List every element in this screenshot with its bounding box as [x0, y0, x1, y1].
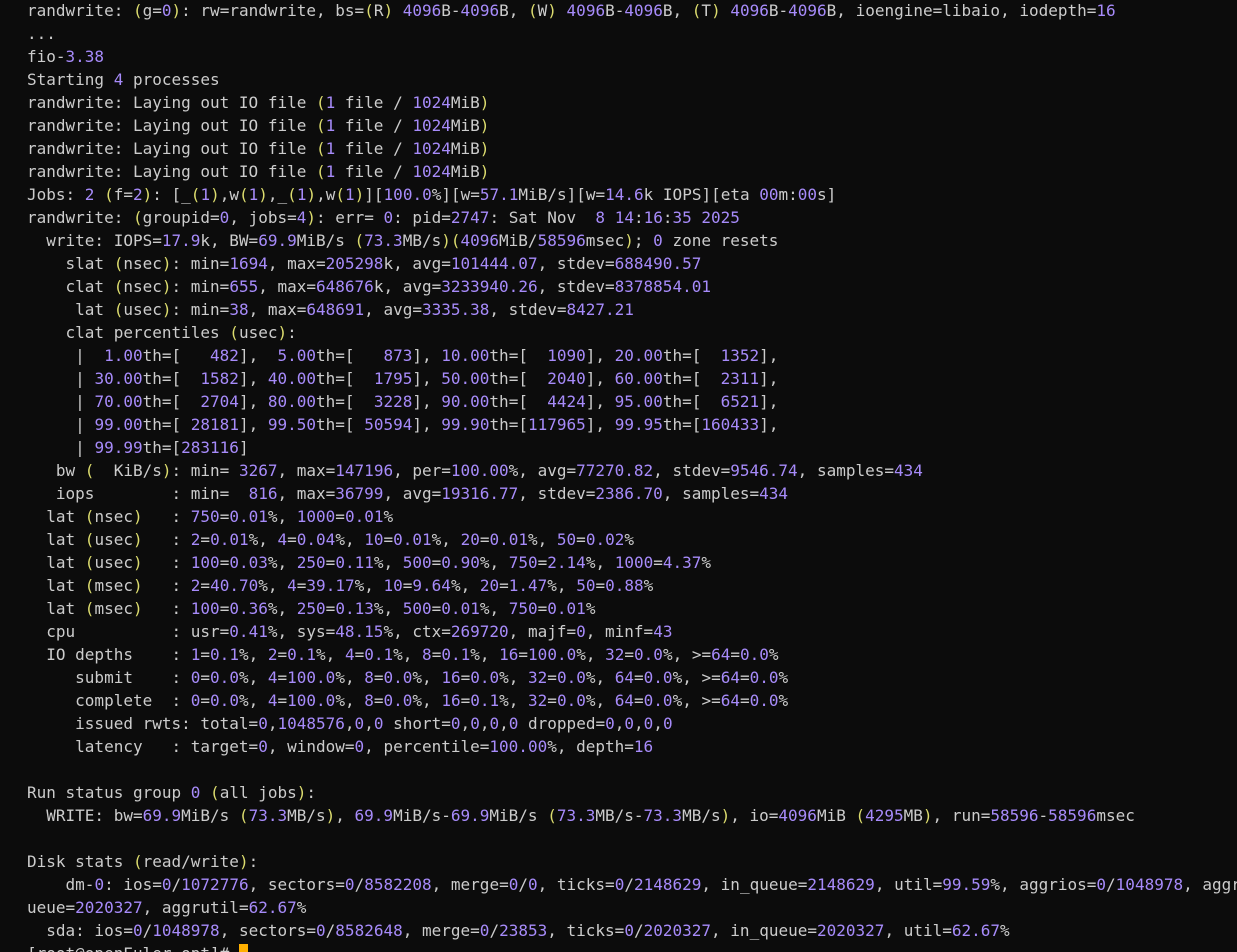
terminal-line: lat (msec) : 2=40.70%, 4=39.17%, 10=9.64… [27, 576, 654, 595]
terminal-line: Disk stats (read/write): [27, 852, 259, 871]
terminal-line: clat (nsec): min=655, max=648676k, avg=3… [27, 277, 711, 296]
terminal-line: ... [27, 24, 56, 43]
terminal-line: | 70.00th=[ 2704], 80.00th=[ 3228], 90.0… [27, 392, 779, 411]
terminal-line: lat (usec): min=38, max=648691, avg=3335… [27, 300, 634, 319]
terminal-line: fio-3.38 [27, 47, 105, 66]
terminal-line: cpu : usr=0.41%, sys=48.15%, ctx=269720,… [27, 622, 673, 641]
terminal-line: randwrite: Laying out IO file (1 file / … [27, 139, 490, 158]
terminal-line: lat (msec) : 100=0.36%, 250=0.13%, 500=0… [27, 599, 596, 618]
terminal-line: ueue=2020327, aggrutil=62.67% [27, 898, 307, 917]
terminal-line: IO depths : 1=0.1%, 2=0.1%, 4=0.1%, 8=0.… [27, 645, 779, 664]
terminal-line: lat (nsec) : 750=0.01%, 1000=0.01% [27, 507, 394, 526]
terminal-line: submit : 0=0.0%, 4=100.0%, 8=0.0%, 16=0.… [27, 668, 789, 687]
terminal-line: Jobs: 2 (f=2): [_(1),w(1),_(1),w(1)][100… [27, 185, 837, 204]
terminal-window[interactable]: randwrite: (g=0): rw=randwrite, bs=(R) 4… [0, 0, 1237, 952]
shell-prompt: [root@openEuler opt]# [27, 944, 239, 952]
terminal-line: complete : 0=0.0%, 4=100.0%, 8=0.0%, 16=… [27, 691, 789, 710]
terminal-line: | 99.00th=[ 28181], 99.50th=[ 50594], 99… [27, 415, 779, 434]
terminal-line: WRITE: bw=69.9MiB/s (73.3MB/s), 69.9MiB/… [27, 806, 1135, 825]
terminal-line: randwrite: Laying out IO file (1 file / … [27, 116, 490, 135]
terminal-line: | 99.99th=[283116] [27, 438, 249, 457]
terminal-line: issued rwts: total=0,1048576,0,0 short=0… [27, 714, 673, 733]
terminal-line: randwrite: (groupid=0, jobs=4): err= 0: … [27, 208, 740, 227]
terminal-line: Run status group 0 (all jobs): [27, 783, 317, 802]
terminal-line: iops : min= 816, max=36799, avg=19316.77… [27, 484, 789, 503]
terminal-line: randwrite: Laying out IO file (1 file / … [27, 162, 490, 181]
terminal-line: bw ( KiB/s): min= 3267, max=147196, per=… [27, 461, 923, 480]
terminal-output: randwrite: (g=0): rw=randwrite, bs=(R) 4… [27, 0, 1237, 942]
terminal-line: | 1.00th=[ 482], 5.00th=[ 873], 10.00th=… [27, 346, 779, 365]
terminal-line: | 30.00th=[ 1582], 40.00th=[ 1795], 50.0… [27, 369, 779, 388]
terminal-line: randwrite: Laying out IO file (1 file / … [27, 93, 490, 112]
terminal-line: sda: ios=0/1048978, sectors=0/8582648, m… [27, 921, 1010, 940]
terminal-line: lat (usec) : 100=0.03%, 250=0.11%, 500=0… [27, 553, 712, 572]
text-cursor [238, 944, 248, 952]
terminal-line: latency : target=0, window=0, percentile… [27, 737, 654, 756]
terminal-line: randwrite: (g=0): rw=randwrite, bs=(R) 4… [27, 1, 1116, 20]
terminal-line: clat percentiles (usec): [27, 323, 297, 342]
terminal-line: slat (nsec): min=1694, max=205298k, avg=… [27, 254, 702, 273]
terminal-line: dm-0: ios=0/1072776, sectors=0/8582208, … [27, 875, 1237, 894]
terminal-line: write: IOPS=17.9k, BW=69.9MiB/s (73.3MB/… [27, 231, 779, 250]
shell-prompt-line[interactable]: [root@openEuler opt]# [27, 942, 1237, 952]
terminal-line: lat (usec) : 2=0.01%, 4=0.04%, 10=0.01%,… [27, 530, 634, 549]
terminal-line: Starting 4 processes [27, 70, 220, 89]
